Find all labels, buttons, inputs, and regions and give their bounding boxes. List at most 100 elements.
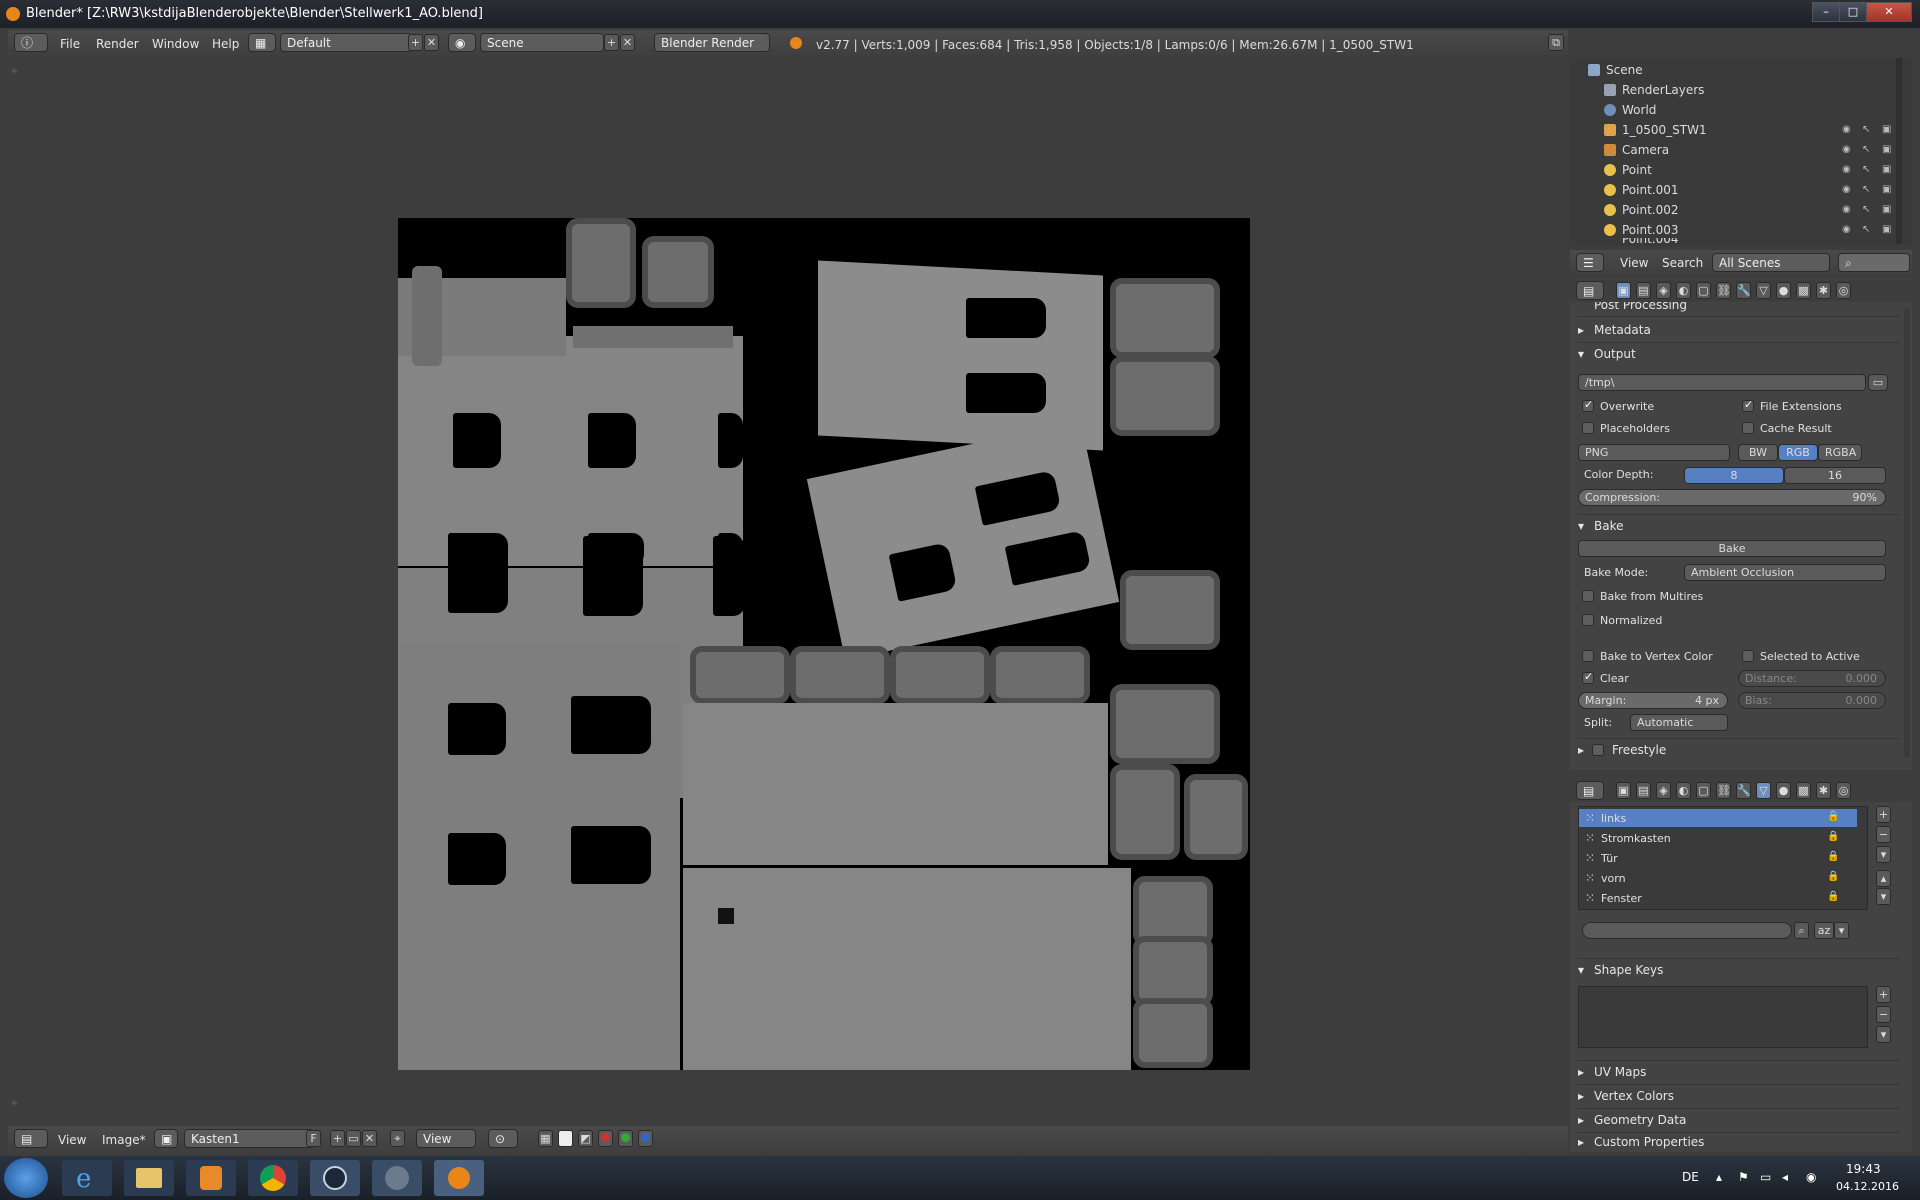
menu-file[interactable]: File [60, 37, 80, 51]
menu-view[interactable]: View [58, 1133, 86, 1147]
world-tab-icon[interactable]: ◐ [1676, 282, 1691, 299]
outliner-item-renderlayers[interactable]: RenderLayers [1570, 80, 1900, 100]
render-engine-dropdown[interactable]: Blender Render [654, 33, 770, 52]
eye-icon[interactable]: ◉ [1842, 224, 1852, 235]
lock-icon[interactable]: 🔒 [1827, 831, 1839, 842]
distance-field[interactable]: Distance: 0.000 [1738, 670, 1886, 687]
vertex-group-specials-button[interactable]: ▾ [1876, 846, 1891, 863]
eye-icon[interactable]: ◉ [1842, 204, 1852, 215]
list-item[interactable]: ⁙ Fenster 🔒 [1579, 889, 1857, 907]
cursor-icon[interactable]: ↖ [1862, 124, 1872, 135]
minimize-button[interactable]: – [1812, 2, 1840, 22]
folder-icon[interactable]: ▭ [1868, 374, 1888, 391]
outliner-item-point[interactable]: Point ◉ ↖ ▣ [1570, 160, 1900, 180]
remove-layout-button[interactable]: ✕ [424, 34, 439, 51]
render-icon[interactable]: ▣ [1882, 144, 1892, 155]
move-down-button[interactable]: ▾ [1876, 888, 1891, 905]
render-layers-tab-icon[interactable]: ▤ [1636, 782, 1651, 799]
list-item[interactable]: ⁙ Tür 🔒 [1579, 849, 1857, 867]
depth-8-button[interactable]: 8 [1684, 467, 1784, 484]
eye-icon[interactable]: ◉ [1842, 164, 1852, 175]
compression-slider[interactable]: Compression: 90% [1578, 489, 1886, 506]
normalized-checkbox[interactable] [1582, 614, 1594, 626]
pivot-dropdown[interactable]: ⊙ [488, 1129, 518, 1148]
layout-dropdown[interactable]: Default [280, 33, 412, 52]
outliner[interactable]: Scene RenderLayers World 1_0500_STW1 ◉ ↖… [1570, 58, 1912, 246]
open-image-button[interactable]: ▭ [346, 1130, 361, 1147]
bake-mode-dropdown[interactable]: Ambient Occlusion [1684, 564, 1886, 581]
editor-type-dropdown[interactable]: ▤ [14, 1129, 48, 1148]
margin-field[interactable]: Margin: 4 px [1578, 692, 1728, 709]
render-tab-icon[interactable]: ▣ [1616, 282, 1631, 299]
cursor-icon[interactable]: ↖ [1862, 184, 1872, 195]
panel-vertex-colors[interactable]: ▸ Vertex Colors [1578, 1086, 1900, 1108]
outliner-scrollbar[interactable] [1896, 58, 1902, 244]
menu-search[interactable]: Search [1662, 256, 1703, 270]
menu-help[interactable]: Help [212, 37, 239, 51]
output-path-input[interactable]: /tmp\ [1578, 374, 1866, 391]
bake-from-multires-checkbox[interactable] [1582, 590, 1594, 602]
image-name-field[interactable]: Kasten1 [184, 1129, 314, 1148]
vertex-group-filter-input[interactable] [1582, 922, 1792, 939]
tray-app-icon[interactable]: ◉ [1806, 1170, 1816, 1184]
add-shape-key-button[interactable]: + [1876, 986, 1891, 1003]
shape-keys-list[interactable] [1578, 986, 1868, 1048]
overwrite-checkbox[interactable] [1582, 398, 1594, 412]
editor-type-dropdown[interactable]: ⓘ [14, 33, 48, 52]
bias-field[interactable]: Bias: 0.000 [1738, 692, 1886, 709]
image-browse-icon[interactable]: ▣ [154, 1129, 178, 1148]
remove-vertex-group-button[interactable]: − [1876, 826, 1891, 843]
panel-post-processing[interactable]: Post Processing [1578, 302, 1900, 314]
new-image-button[interactable]: + [330, 1130, 345, 1147]
constraints-tab-icon[interactable]: ⛓ [1716, 282, 1731, 299]
modifiers-tab-icon[interactable]: 🔧 [1736, 782, 1751, 799]
physics-tab-icon[interactable]: ◎ [1836, 782, 1851, 799]
layout-icon[interactable]: ▦ [248, 33, 276, 52]
red-channel-icon[interactable] [598, 1130, 613, 1147]
scene-icon[interactable]: ◉ [448, 33, 476, 52]
eye-icon[interactable]: ◉ [1842, 124, 1852, 135]
freestyle-checkbox[interactable] [1592, 744, 1604, 756]
display-mode-dropdown[interactable]: All Scenes [1712, 253, 1830, 272]
sort-alpha-button[interactable]: az [1814, 922, 1834, 939]
world-tab-icon[interactable]: ◐ [1676, 782, 1691, 799]
editor-type-dropdown[interactable]: ☰ [1576, 253, 1604, 272]
file-explorer-icon[interactable] [124, 1160, 174, 1196]
remove-scene-button[interactable]: ✕ [620, 34, 635, 51]
move-up-button[interactable]: ▴ [1876, 870, 1891, 887]
bake-to-vertex-color-checkbox[interactable] [1582, 650, 1594, 662]
render-icon[interactable]: ▣ [1882, 124, 1892, 135]
editor-type-dropdown[interactable]: ▤ [1576, 281, 1604, 300]
object-tab-icon[interactable]: ▢ [1696, 782, 1711, 799]
data-tab-icon[interactable]: ▽ [1756, 282, 1771, 299]
outliner-item-world[interactable]: World [1570, 100, 1900, 120]
list-item[interactable]: ⁙ links 🔒 [1579, 809, 1857, 827]
maximize-button[interactable]: □ [1839, 2, 1867, 22]
fullscreen-button[interactable]: ⧉ [1548, 34, 1564, 51]
cursor-icon[interactable]: ↖ [1862, 224, 1872, 235]
editor-type-dropdown[interactable]: ▤ [1576, 781, 1604, 800]
lock-icon[interactable]: 🔒 [1827, 811, 1839, 822]
add-vertex-group-button[interactable]: + [1876, 806, 1891, 823]
cache-result-checkbox[interactable] [1742, 422, 1754, 434]
menu-image[interactable]: Image* [102, 1133, 146, 1147]
remove-shape-key-button[interactable]: − [1876, 1006, 1891, 1023]
constraints-tab-icon[interactable]: ⛓ [1716, 782, 1731, 799]
bake-button[interactable]: Bake [1578, 540, 1886, 557]
panel-uv-maps[interactable]: ▸ UV Maps [1578, 1062, 1900, 1084]
clock-date[interactable]: 04.12.2016 [1836, 1180, 1899, 1193]
media-player-icon[interactable] [186, 1160, 236, 1196]
unlink-image-button[interactable]: ✕ [362, 1130, 377, 1147]
outliner-item-point-004[interactable]: Point.004 [1570, 238, 1900, 246]
texture-tab-icon[interactable]: ▩ [1796, 282, 1811, 299]
volume-icon[interactable]: ◂ [1782, 1170, 1788, 1184]
lock-icon[interactable]: 🔒 [1827, 891, 1839, 902]
menu-window[interactable]: Window [152, 37, 199, 51]
uv-image-editor[interactable]: + + [8, 58, 1568, 1124]
panel-shape-keys[interactable]: ▾ Shape Keys [1578, 960, 1900, 982]
split-dropdown[interactable]: Automatic [1630, 714, 1728, 731]
scene-tab-icon[interactable]: ◈ [1656, 282, 1671, 299]
outliner-item-object[interactable]: 1_0500_STW1 ◉ ↖ ▣ [1570, 120, 1900, 140]
depth-16-button[interactable]: 16 [1784, 467, 1886, 484]
render-icon[interactable]: ▣ [1882, 164, 1892, 175]
